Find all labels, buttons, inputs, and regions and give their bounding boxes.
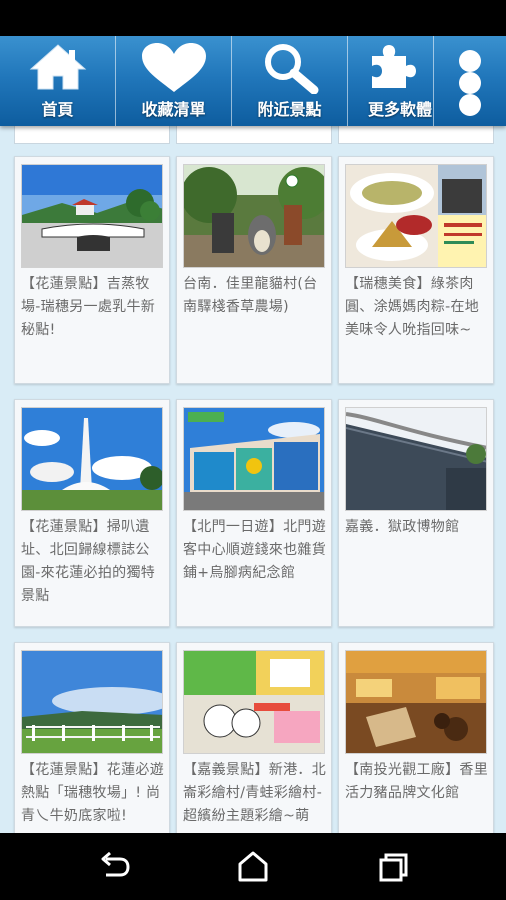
tab-nearby-label: 附近景點 <box>257 100 322 119</box>
app-window: 首頁 收藏清單 附近景點 更多軟體 【花蓮景點】吉蒸牧場-瑞穗另一處乳牛新秘點!… <box>0 36 506 833</box>
card-title: 【瑞穗美食】綠茶肉圓、涂媽媽肉粽-在地美味令人吮指回味~ <box>345 276 480 338</box>
overflow-menu-button[interactable] <box>434 36 506 126</box>
partial-card[interactable] <box>176 126 332 144</box>
recents-icon <box>373 853 413 891</box>
mural-house-photo <box>183 407 325 511</box>
home-nav-button[interactable] <box>233 847 273 887</box>
home-nav-icon <box>233 851 273 891</box>
painted-village-photo <box>183 650 325 754</box>
farm-photo <box>21 164 163 268</box>
attraction-card[interactable]: 【南投光觀工廠】香里活力豬品牌文化館 <box>338 642 494 833</box>
card-title: 【花蓮景點】花蓮必遊熱點「瑞穗牧場」! 尚青乀牛奶底家啦! <box>21 762 164 824</box>
card-title: 【北門一日遊】北門遊客中心順遊錢來也雜貨鋪+烏腳病紀念館 <box>183 519 326 581</box>
tab-more-apps-label: 更多軟體 <box>368 100 433 119</box>
top-tab-bar: 首頁 收藏清單 附近景點 更多軟體 <box>0 36 506 126</box>
prison-wall-photo <box>345 407 487 511</box>
recents-button[interactable] <box>373 847 413 887</box>
partial-card[interactable] <box>14 126 170 144</box>
card-title: 嘉義．獄政博物館 <box>345 519 460 535</box>
factory-photo <box>345 650 487 754</box>
totoro-garden-photo <box>183 164 325 268</box>
partial-card[interactable] <box>338 126 494 144</box>
card-title: 台南．佳里龍貓村(台南驛棧香草農場) <box>183 276 318 315</box>
puzzle-icon <box>364 42 418 96</box>
attraction-card[interactable]: 【瑞穗美食】綠茶肉圓、涂媽媽肉粽-在地美味令人吮指回味~ <box>338 156 494 384</box>
tab-nearby[interactable]: 附近景點 <box>232 36 348 126</box>
status-bar <box>0 0 506 36</box>
pasture-photo <box>21 650 163 754</box>
attraction-card[interactable]: 台南．佳里龍貓村(台南驛棧香草農場) <box>176 156 332 384</box>
tab-home-label: 首頁 <box>41 100 74 119</box>
attraction-card[interactable]: 嘉義．獄政博物館 <box>338 399 494 627</box>
back-icon <box>94 851 134 891</box>
attraction-card[interactable]: 【北門一日遊】北門遊客中心順遊錢來也雜貨鋪+烏腳病紀念館 <box>176 399 332 627</box>
back-button[interactable] <box>94 847 134 887</box>
tab-more-apps[interactable]: 更多軟體 <box>348 36 434 126</box>
attraction-card[interactable]: 【嘉義景點】新港．北崙彩繪村/青蛙彩繪村-超繽紛主題彩繪~萌 <box>176 642 332 833</box>
card-title: 【花蓮景點】吉蒸牧場-瑞穗另一處乳牛新秘點! <box>21 276 156 338</box>
card-title: 【嘉義景點】新港．北崙彩繪村/青蛙彩繪村-超繽紛主題彩繪~萌 <box>183 762 326 824</box>
attraction-card[interactable]: 【花蓮景點】吉蒸牧場-瑞穗另一處乳牛新秘點! <box>14 156 170 384</box>
home-icon <box>27 42 89 96</box>
magnifier-icon <box>259 42 321 98</box>
heart-icon <box>139 42 209 98</box>
system-nav-bar <box>0 833 506 900</box>
tab-favorites[interactable]: 收藏清單 <box>116 36 232 126</box>
card-title: 【南投光觀工廠】香里活力豬品牌文化館 <box>345 762 488 801</box>
attraction-card[interactable]: 【花蓮景點】掃叭遺址、北回歸線標誌公園-來花蓮必拍的獨特景點 <box>14 399 170 627</box>
monument-photo <box>21 407 163 511</box>
tab-favorites-label: 收藏清單 <box>141 100 206 119</box>
attraction-card[interactable]: 【花蓮景點】花蓮必遊熱點「瑞穗牧場」! 尚青乀牛奶底家啦! <box>14 642 170 833</box>
tab-home[interactable]: 首頁 <box>0 36 116 126</box>
card-title: 【花蓮景點】掃叭遺址、北回歸線標誌公園-來花蓮必拍的獨特景點 <box>21 519 156 604</box>
attractions-grid[interactable]: 【花蓮景點】吉蒸牧場-瑞穗另一處乳牛新秘點! 台南．佳里龍貓村(台南驛棧香草農場… <box>0 126 506 833</box>
food-photo <box>345 164 487 268</box>
